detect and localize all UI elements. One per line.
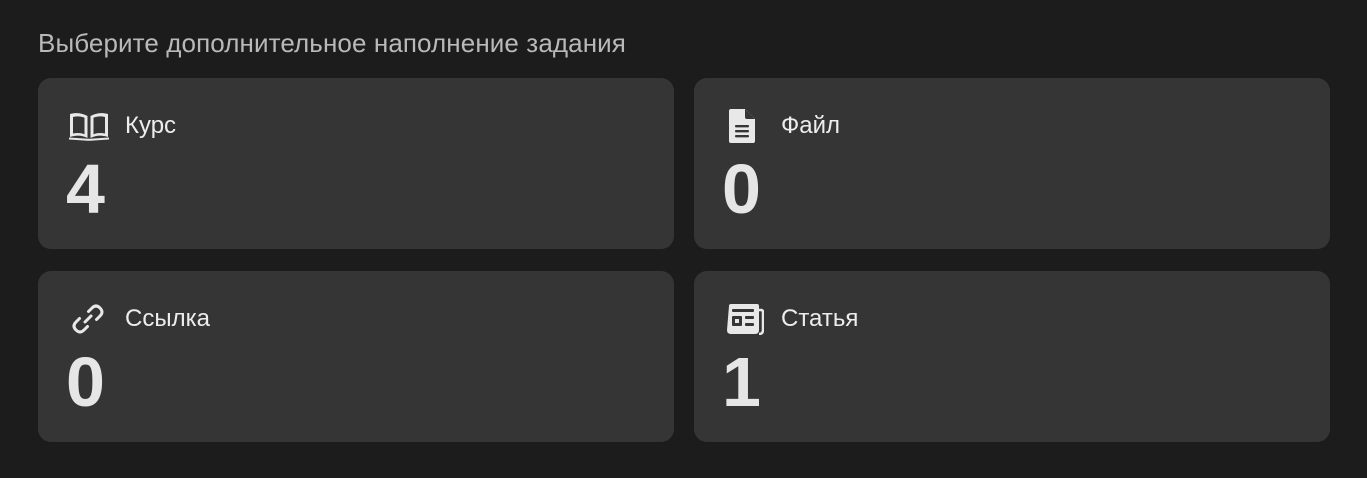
content-type-grid: Курс 4 Файл 0 Ссылка 0 Статья 1 (38, 78, 1330, 442)
card-count: 0 (66, 343, 105, 421)
card-header: Статья (724, 301, 858, 337)
card-header: Файл (724, 108, 840, 144)
course-card[interactable]: Курс 4 (38, 78, 674, 249)
section-title: Выберите дополнительное наполнение задан… (38, 28, 626, 58)
card-header: Ссылка (68, 301, 210, 337)
card-label: Файл (781, 112, 841, 139)
card-label: Статья (781, 305, 859, 332)
card-count: 4 (66, 150, 105, 228)
book-open-icon (68, 108, 112, 144)
newspaper-icon (724, 301, 768, 337)
link-icon (68, 301, 112, 337)
card-count: 1 (722, 343, 761, 421)
link-card[interactable]: Ссылка 0 (38, 271, 674, 442)
card-header: Курс (68, 108, 176, 144)
file-icon (724, 108, 768, 144)
card-count: 0 (722, 150, 761, 228)
article-card[interactable]: Статья 1 (694, 271, 1330, 442)
card-label: Курс (125, 112, 177, 139)
card-label: Ссылка (125, 305, 210, 332)
file-card[interactable]: Файл 0 (694, 78, 1330, 249)
